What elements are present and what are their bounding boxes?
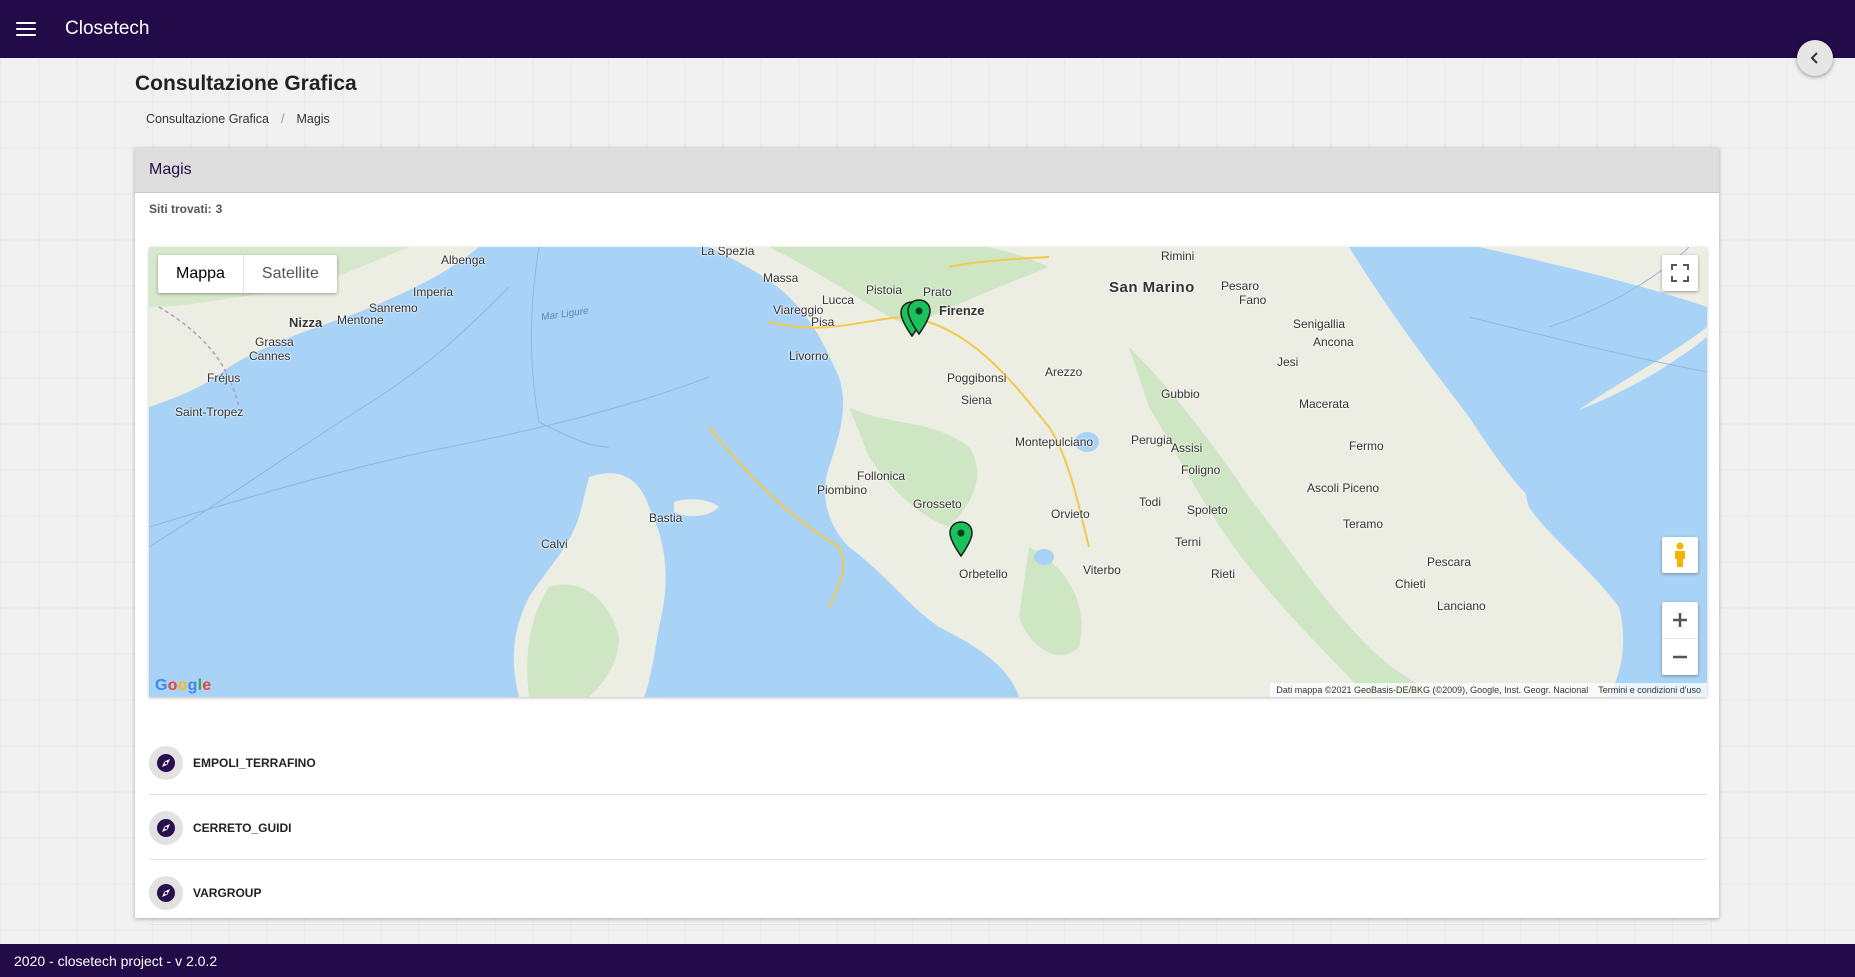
map-label-sanremo: Sanremo [369,301,418,315]
top-app-bar: Closetech [0,0,1855,58]
map-label-arezzo: Arezzo [1045,365,1083,379]
map-label-la-spezia: La Spezia [701,247,755,258]
map-label-gubbio: Gubbio [1161,387,1200,401]
map-label-assisi: Assisi [1171,441,1203,455]
map-label-pisa: Pisa [811,315,835,329]
breadcrumb-item-magis: Magis [296,112,330,126]
breadcrumb: Consultazione Grafica / Magis [146,112,330,126]
map-label-ancona: Ancona [1313,335,1354,349]
map-label-saint-tropez: Saint-Tropez [175,405,244,419]
app-title: Closetech [65,18,150,39]
map-label-foligno: Foligno [1181,463,1221,477]
map-label-montepulciano: Montepulciano [1015,435,1094,449]
fullscreen-icon [1671,264,1689,282]
map-label-perugia: Perugia [1131,433,1173,447]
list-item[interactable]: CERRETO_GUIDI [149,795,1707,860]
map-label-pesaro: Pesaro [1221,279,1260,293]
map-label-fermo: Fermo [1349,439,1384,453]
compass-icon [149,876,183,910]
pegman-icon [1675,542,1685,567]
site-name: EMPOLI_TERRAFINO [193,756,316,770]
zoom-control [1662,602,1698,675]
map-label-senigallia: Senigallia [1293,317,1346,331]
map-label-firenze: Firenze [939,303,985,318]
map-terms-link[interactable]: Termini e condizioni d'uso [1598,685,1701,695]
map-label-poggibonsi: Poggibonsi [947,371,1007,385]
collapse-sidebar-button[interactable] [1797,40,1833,76]
map-label-grosseto: Grosseto [913,497,962,511]
map-label-spoleto: Spoleto [1187,503,1228,517]
map-label-follonica: Follonica [857,469,906,483]
map-marker-icon[interactable] [907,299,931,335]
map-label-orbetello: Orbetello [959,567,1008,581]
map-label-siena: Siena [961,393,992,407]
map-label-cannes: Cannes [249,349,291,363]
map-label-jesi: Jesi [1277,355,1299,369]
map-label-ascoli-piceno: Ascoli Piceno [1307,481,1380,495]
sites-count-value: 3 [215,202,223,216]
sites-count-label: Siti trovati: [149,202,212,216]
compass-icon [149,746,183,780]
zoom-out-button[interactable] [1662,639,1698,675]
hamburger-icon[interactable] [16,22,36,36]
google-logo: Google [155,677,212,694]
map-label-lucca: Lucca [822,293,855,307]
map-label-chieti: Chieti [1395,577,1426,591]
site-list: EMPOLI_TERRAFINO CERRETO_GUIDI VARGROUP [149,730,1707,925]
map-type-control: Mappa Satellite [158,255,337,293]
minus-icon [1673,655,1687,659]
map-label-bastia: Bastia [649,511,683,525]
map-label-livorno: Livorno [789,349,829,363]
map-label-calvi: Calvi [541,537,568,551]
map-label-pescara: Pescara [1427,555,1472,569]
map-label-albenga: Albenga [441,253,486,267]
map-label-fano: Fano [1239,293,1267,307]
sites-card: Magis Siti trovati: 3 San Marino Firenze… [135,148,1719,925]
site-name: CERRETO_GUIDI [193,821,292,835]
zoom-in-button[interactable] [1662,602,1698,639]
map-label-imperia: Imperia [413,285,454,299]
map-label-todi: Todi [1139,495,1162,509]
map-label-macerata: Macerata [1299,397,1350,411]
map-label-grassa: Grassa [255,335,294,349]
map-label-lanciano: Lanciano [1437,599,1486,613]
map-label-san-marino: San Marino [1109,279,1195,296]
map-label-frejus: Fréjus [207,371,241,385]
map-label-rieti: Rieti [1211,567,1236,581]
map-label-nizza: Nizza [289,315,323,330]
map-label-prato: Prato [923,285,952,299]
map-type-satellite-button[interactable]: Satellite [242,255,337,293]
map-label-viterbo: Viterbo [1083,563,1121,577]
map-label-massa: Massa [763,271,799,285]
street-view-button[interactable] [1662,537,1698,573]
breadcrumb-item-consultazione[interactable]: Consultazione Grafica [146,112,269,126]
fullscreen-button[interactable] [1662,255,1698,291]
map-label-rimini: Rimini [1161,249,1195,263]
map-view[interactable]: San Marino Firenze Nizza Livorno Pisa Lu… [149,247,1707,697]
sites-count: Siti trovati: 3 [149,202,222,216]
map-label-viareggio: Viareggio [773,303,824,317]
map-label-pistoia: Pistoia [866,283,903,297]
compass-icon [149,811,183,845]
list-item[interactable]: EMPOLI_TERRAFINO [149,730,1707,795]
map-label-teramo: Teramo [1343,517,1384,531]
plus-icon [1673,613,1687,627]
map-type-mappa-button[interactable]: Mappa [158,255,243,293]
footer: 2020 - closetech project - v 2.0.2 [0,944,1855,977]
page-title: Consultazione Grafica [135,72,357,95]
card-title: Magis [135,148,1719,193]
chevron-left-icon [1810,52,1818,64]
map-label-terni: Terni [1175,535,1202,549]
map-label-mentone: Mentone [337,313,384,327]
map-attribution: Dati mappa ©2021 GeoBasis-DE/BKG (©2009)… [1270,683,1707,697]
breadcrumb-separator: / [280,112,285,126]
map-attribution-text: Dati mappa ©2021 GeoBasis-DE/BKG (©2009)… [1276,685,1589,695]
map-label-orvieto: Orvieto [1051,507,1090,521]
map-marker-icon[interactable] [949,521,973,557]
map-label-piombino: Piombino [817,483,868,497]
site-name: VARGROUP [193,886,262,900]
list-item[interactable]: VARGROUP [149,860,1707,925]
